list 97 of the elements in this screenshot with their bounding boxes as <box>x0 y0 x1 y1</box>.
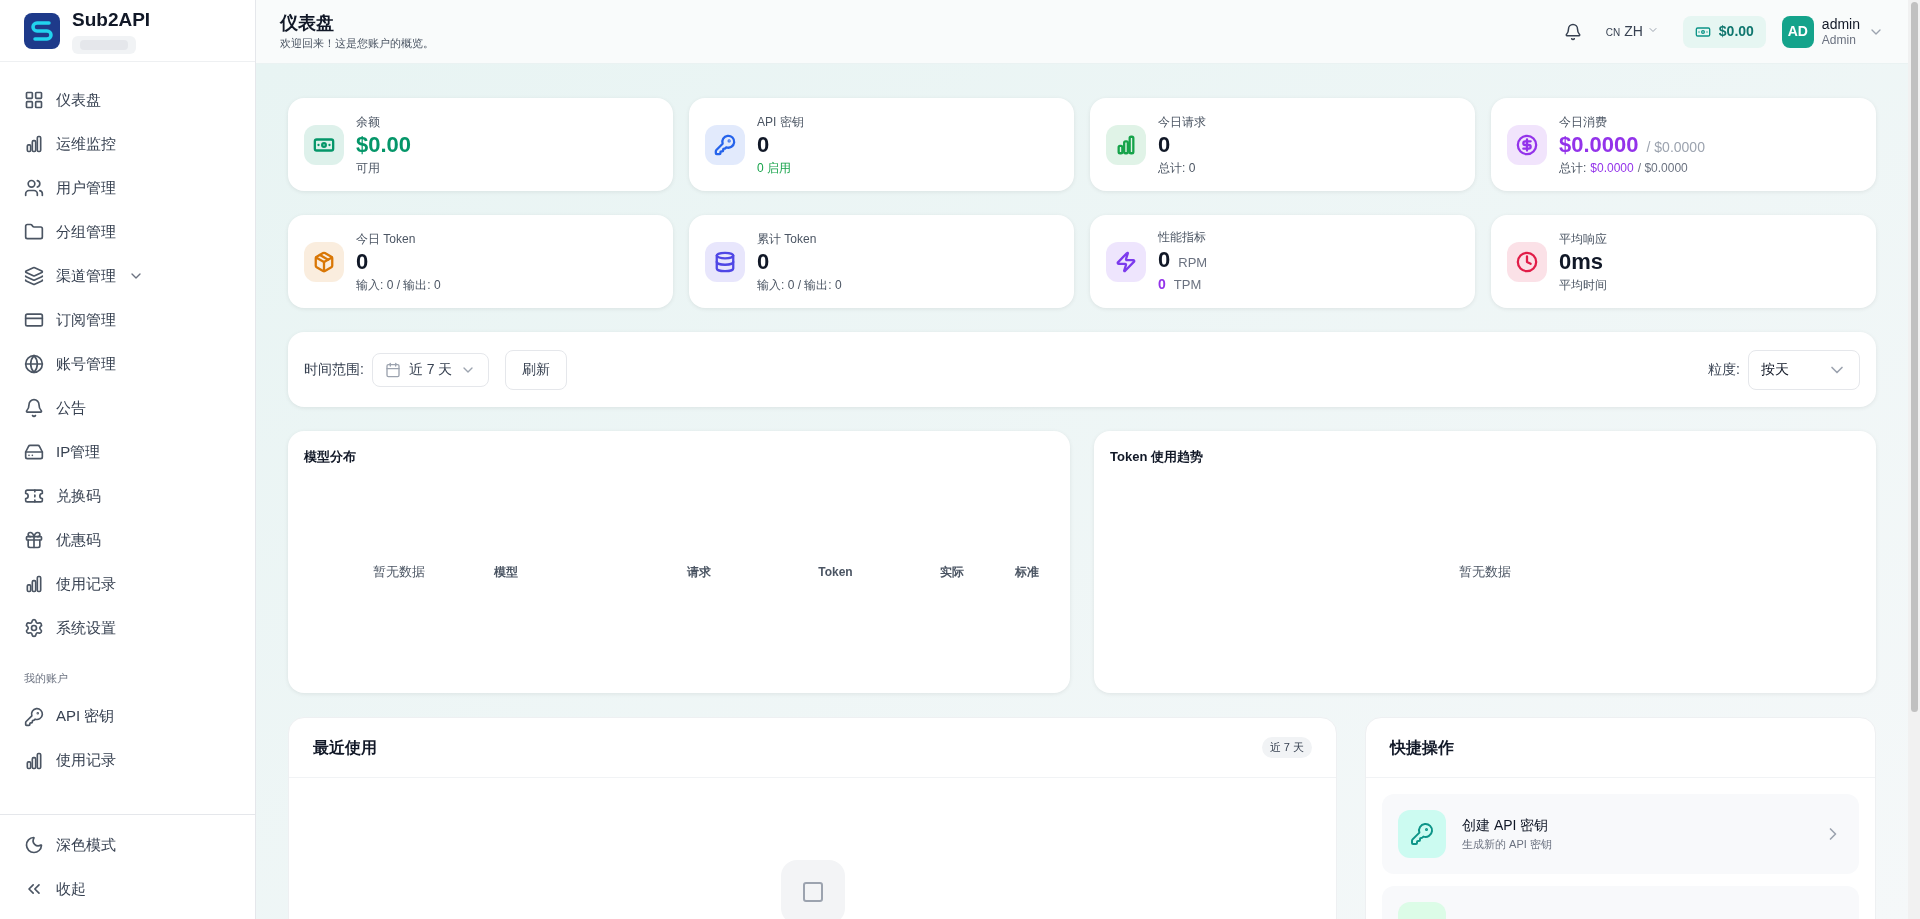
version-pill <box>72 35 136 54</box>
globe-icon <box>24 354 44 374</box>
stat-detail: 平均时间 <box>1559 276 1607 294</box>
key-icon <box>24 706 44 727</box>
nav-item[interactable]: 账号管理 <box>0 342 255 386</box>
nav-item[interactable]: 使用记录 <box>0 562 255 606</box>
stat-label: 性能指标 <box>1158 229 1207 246</box>
stat-value: 0ms <box>1559 247 1604 276</box>
stat-total: / $0.0000 <box>1646 137 1705 157</box>
stat-label: 平均响应 <box>1559 230 1607 248</box>
panel-title: 最近使用 <box>313 737 377 758</box>
nav-item[interactable]: 兑换码 <box>0 474 255 518</box>
gift-icon <box>24 530 44 550</box>
nav-item[interactable]: IP管理 <box>0 430 255 474</box>
stat-value: $0.00 <box>356 130 412 159</box>
server-icon <box>24 442 44 462</box>
stat-detail: 可用 <box>356 159 380 177</box>
users-icon <box>24 178 44 198</box>
stat-value: 0 <box>757 247 770 276</box>
refresh-button[interactable]: 刷新 <box>505 349 568 390</box>
nav-item[interactable]: 使用记录 <box>0 738 255 783</box>
stat-label: 今日请求 <box>1158 113 1206 131</box>
nav-item[interactable]: API 密钥 <box>0 694 255 739</box>
empty-message: 暂无数据 <box>372 563 426 581</box>
range-dropdown[interactable]: 近 7 天 <box>371 352 490 387</box>
stat-value: 0 <box>757 130 770 159</box>
bar-chart-icon <box>24 134 44 154</box>
stat-value: $0.0000 <box>1559 130 1639 159</box>
grid-icon <box>24 90 44 110</box>
period-badge: 近 7 天 <box>1261 737 1312 758</box>
column-header: Token <box>817 563 854 581</box>
stat-unit: TPM <box>1173 276 1202 294</box>
empty-icon <box>800 880 825 904</box>
folder-icon <box>24 222 44 242</box>
language-selector[interactable]: CN ZH <box>1597 21 1667 42</box>
calendar-icon <box>384 361 401 378</box>
stat-detail: 输入: 0 / 输出: 0 <box>757 276 842 294</box>
card-icon <box>24 310 44 330</box>
stat-value: 0 <box>1158 275 1166 294</box>
brand-name: Sub2API <box>72 7 151 32</box>
panel-title: Token 使用趋势 <box>1110 448 1204 466</box>
granularity-dropdown[interactable]: 按天 <box>1748 349 1860 390</box>
stat-label: 累计 Token <box>757 230 818 248</box>
nav-item[interactable]: 深色模式 <box>0 823 255 867</box>
layers-icon <box>24 266 44 286</box>
section-title: 我的账户 <box>23 671 69 686</box>
nav-item[interactable]: 订阅管理 <box>0 298 255 342</box>
column-header: 请求 <box>685 563 712 581</box>
range-label: 时间范围: <box>304 360 364 379</box>
empty-message: 暂无数据 <box>1459 563 1511 581</box>
stat-detail: 输入: 0 / 输出: 0 <box>356 276 441 294</box>
stat-value: 0 <box>1158 130 1171 159</box>
stat-detail: 总计: 0 <box>1158 159 1196 177</box>
stat-value: 0 <box>1158 246 1171 274</box>
granularity-label: 粒度: <box>1708 360 1740 379</box>
nav-item[interactable]: 收起 <box>0 867 255 911</box>
nav-item[interactable]: 运维监控 <box>0 122 255 166</box>
bar-chart-icon <box>24 750 44 771</box>
logo-icon <box>24 12 60 49</box>
stat-value: 0 <box>356 247 369 276</box>
moon-icon <box>24 835 44 855</box>
nav-item[interactable]: 分组管理 <box>0 210 255 254</box>
stat-label: 今日消费 <box>1559 113 1608 131</box>
user-name: admin <box>1821 15 1860 32</box>
panel-title: 模型分布 <box>304 448 357 466</box>
scrollbar[interactable] <box>1908 0 1920 919</box>
stat-label: API 密钥 <box>757 113 804 131</box>
nav-item[interactable]: 系统设置 <box>0 606 255 650</box>
action-title: 创建 API 密钥 <box>1462 816 1550 836</box>
action-subtitle: 生成新的 API 密钥 <box>1462 837 1552 853</box>
column-header: 模型 <box>494 563 519 581</box>
nav-item[interactable]: 用户管理 <box>0 166 255 210</box>
key-icon <box>1410 822 1434 846</box>
column-header: 实际 <box>938 563 965 581</box>
settings-icon <box>24 618 44 638</box>
panel-title: 快捷操作 <box>1390 737 1454 758</box>
balance-chip: $0.00 <box>1682 15 1766 48</box>
nav-item[interactable]: 仪表盘 <box>0 78 255 122</box>
action-card[interactable]: 创建 API 密钥 生成新的 API 密钥 <box>1382 794 1859 874</box>
page-subtitle: 欢迎回来！这是您账户的概览。 <box>280 36 434 52</box>
stat-detail: 总计: <box>1559 159 1587 177</box>
nav-item[interactable]: 公告 <box>0 386 255 430</box>
notification-icon[interactable] <box>1563 22 1582 41</box>
stat-label: 今日 Token <box>356 230 417 248</box>
stat-detail: / $0.0000 <box>1637 159 1688 177</box>
ticket-icon <box>24 486 44 506</box>
nav-item[interactable]: 优惠码 <box>0 518 255 562</box>
stat-detail: $0.0000 <box>1590 159 1634 177</box>
bell-icon <box>24 398 44 418</box>
stat-unit: RPM <box>1178 254 1208 272</box>
column-header: 标准 <box>1013 563 1040 581</box>
stat-detail: 0 启用 <box>757 159 791 177</box>
bar-chart-icon <box>24 574 44 594</box>
nav-item[interactable]: 渠道管理 <box>0 254 255 298</box>
stat-label: 余额 <box>356 113 381 131</box>
user-role: Admin <box>1821 31 1857 48</box>
page-title: 仪表盘 <box>280 12 335 36</box>
